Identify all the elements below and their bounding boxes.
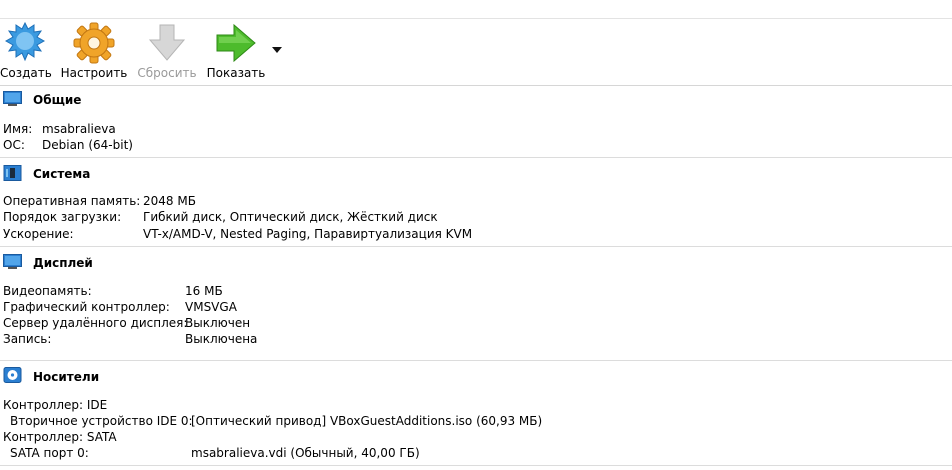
settings-button[interactable]: Настроить: [60, 19, 128, 85]
storage-sata-controller: Контроллер: SATA: [3, 430, 117, 444]
system-accel-label: Ускорение:: [3, 227, 74, 241]
settings-label: Настроить: [60, 66, 128, 80]
storage-ide-controller: Контроллер: IDE: [3, 398, 108, 412]
down-arrow-icon: [148, 24, 186, 61]
section-divider: [0, 157, 952, 158]
section-divider: [0, 360, 952, 361]
storage-sata-port-value: msabralieva.vdi (Обычный, 40,00 ГБ): [191, 446, 420, 460]
system-title[interactable]: Система: [33, 167, 90, 181]
storage-title[interactable]: Носители: [33, 370, 99, 384]
discard-button: Сбросить: [136, 19, 198, 85]
system-boot-value: Гибкий диск, Оптический диск, Жёсткий ди…: [143, 210, 438, 224]
display-recording-value: Выключена: [185, 332, 258, 346]
gear-icon: [73, 22, 115, 64]
system-boot-label: Порядок загрузки:: [3, 210, 122, 224]
toolbar: Создать Настроить Сбросить Показать: [0, 19, 952, 86]
section-divider: [0, 465, 952, 466]
general-title[interactable]: Общие: [33, 93, 81, 107]
show-button[interactable]: Показать: [206, 19, 266, 85]
right-arrow-icon: [216, 23, 256, 63]
system-accel-value: VT-x/AMD-V, Nested Paging, Паравиртуализ…: [143, 227, 473, 241]
display-vram-label: Видеопамять:: [3, 284, 92, 298]
new-vm-icon: [4, 22, 46, 62]
display-rdp-label: Сервер удалённого дисплея:: [3, 316, 188, 330]
storage-ide-device-value: [Оптический привод] VBoxGuestAdditions.i…: [191, 414, 543, 428]
create-button[interactable]: Создать: [0, 19, 52, 85]
general-name-label: Имя:: [3, 122, 33, 136]
display-title[interactable]: Дисплей: [33, 256, 93, 270]
show-dropdown-arrow-icon[interactable]: [272, 47, 282, 53]
discard-label: Сбросить: [137, 66, 197, 80]
system-ram-value: 2048 МБ: [143, 194, 196, 208]
general-name-value: msabralieva: [42, 122, 116, 136]
create-label: Создать: [0, 66, 52, 80]
general-os-value: Debian (64-bit): [42, 138, 133, 152]
top-area: [0, 0, 952, 19]
display-controller-label: Графический контроллер:: [3, 300, 170, 314]
monitor-icon: [3, 91, 22, 106]
display-rdp-value: Выключен: [185, 316, 251, 330]
system-ram-label: Оперативная память:: [3, 194, 141, 208]
general-os-label: ОС:: [3, 138, 25, 152]
storage-sata-port-label: SATA порт 0:: [10, 446, 89, 460]
section-divider: [0, 246, 952, 247]
display-icon: [3, 254, 22, 269]
chip-icon: [3, 165, 22, 181]
show-label: Показать: [206, 66, 266, 80]
storage-disk-icon: [3, 367, 22, 383]
display-vram-value: 16 МБ: [185, 284, 223, 298]
display-controller-value: VMSVGA: [185, 300, 237, 314]
display-recording-label: Запись:: [3, 332, 52, 346]
storage-ide-device-label: Вторичное устройство IDE 0:: [10, 414, 193, 428]
